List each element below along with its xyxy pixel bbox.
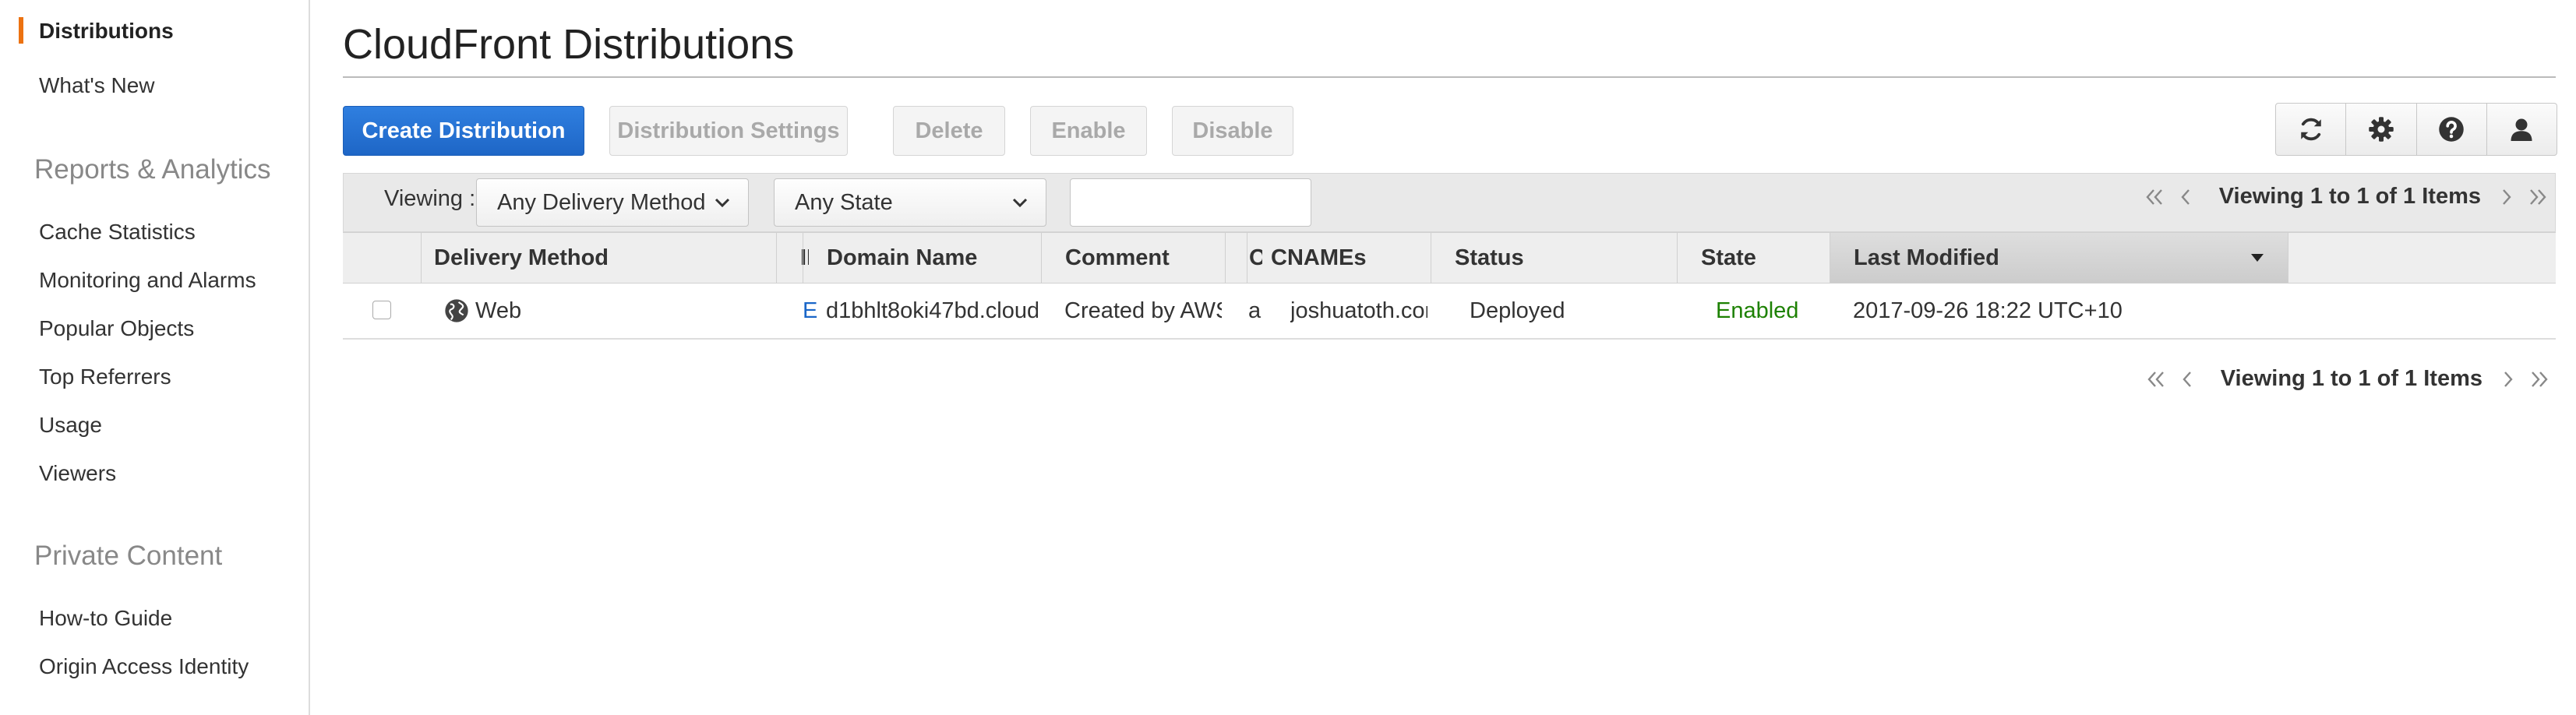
page-title: CloudFront Distributions — [343, 21, 795, 68]
cell-last-modified: 2017-09-26 18:22 UTC+10 — [1853, 298, 2123, 323]
sidebar-item-top-referrers[interactable]: Top Referrers — [39, 365, 171, 389]
cell-origin: a — [1248, 298, 1262, 323]
sidebar-item-cache-statistics[interactable]: Cache Statistics — [39, 220, 196, 245]
sidebar-heading-reports: Reports & Analytics — [34, 154, 271, 185]
title-divider — [343, 76, 2556, 78]
distribution-settings-button[interactable]: Distribution Settings — [609, 106, 848, 156]
cell-domain-name: d1bhlt8oki47bd.cloudfront.net — [826, 298, 1038, 323]
double-chevron-left-icon — [2147, 371, 2164, 387]
last-page-button[interactable] — [2526, 185, 2550, 209]
globe-icon — [445, 299, 468, 322]
cell-id-link[interactable]: E — [803, 284, 823, 338]
delivery-method-value: Any Delivery Method — [497, 189, 706, 215]
sidebar-item-distributions[interactable]: Distributions — [39, 19, 174, 44]
sidebar: Distributions What's New Reports & Analy… — [0, 0, 310, 715]
cell-status: Deployed — [1470, 298, 1565, 323]
sidebar-item-usage[interactable]: Usage — [39, 413, 102, 438]
settings-button[interactable] — [2346, 104, 2417, 155]
prev-page-button[interactable] — [2179, 368, 2196, 391]
col-cnames[interactable]: CNAMEs — [1247, 233, 1431, 283]
gear-icon — [2369, 117, 2394, 142]
cell-delivery-method: Web — [444, 284, 771, 338]
next-page-button[interactable] — [2498, 185, 2515, 209]
sidebar-item-origin-access-identity[interactable]: Origin Access Identity — [39, 654, 249, 679]
sidebar-item-howto-guide[interactable]: How-to Guide — [39, 606, 172, 631]
refresh-button[interactable] — [2276, 104, 2347, 155]
chevron-down-icon — [715, 198, 730, 208]
sidebar-item-popular-objects[interactable]: Popular Objects — [39, 316, 194, 341]
enable-button[interactable]: Enable — [1030, 106, 1147, 156]
first-page-button[interactable] — [2144, 368, 2168, 391]
double-chevron-right-icon — [2532, 371, 2548, 387]
search-input[interactable] — [1070, 178, 1311, 227]
delete-button[interactable]: Delete — [893, 106, 1005, 156]
state-select[interactable]: Any State — [774, 178, 1046, 227]
active-indicator — [19, 17, 23, 44]
col-status[interactable]: Status — [1431, 233, 1677, 283]
chevron-left-icon — [2183, 371, 2191, 387]
account-button[interactable] — [2487, 104, 2557, 155]
chevron-left-icon — [2181, 188, 2190, 205]
viewing-label: Viewing : — [384, 186, 476, 211]
delivery-method-text: Web — [475, 298, 522, 323]
col-select — [343, 233, 421, 283]
sidebar-item-whats-new[interactable]: What's New — [39, 73, 155, 98]
cell-comment: Created by AWS — [1064, 298, 1222, 323]
double-chevron-left-icon — [2146, 188, 2162, 205]
last-page-button[interactable] — [2528, 368, 2551, 391]
sidebar-item-monitoring[interactable]: Monitoring and Alarms — [39, 268, 256, 293]
sort-desc-icon — [2251, 254, 2264, 262]
chevron-right-icon — [2504, 371, 2513, 387]
pager-top: Viewing 1 to 1 of 1 Items — [2143, 184, 2550, 210]
help-button[interactable] — [2417, 104, 2487, 155]
help-icon — [2439, 117, 2464, 142]
chevron-right-icon — [2503, 188, 2511, 205]
disable-button[interactable]: Disable — [1172, 106, 1293, 156]
pager-bottom: Viewing 1 to 1 of 1 Items — [2144, 366, 2551, 392]
chevron-down-icon — [1012, 198, 1028, 208]
pager-text: Viewing 1 to 1 of 1 Items — [2218, 184, 2481, 209]
create-distribution-button[interactable]: Create Distribution — [343, 106, 584, 156]
sidebar-item-viewers[interactable]: Viewers — [39, 461, 116, 486]
table-row[interactable]: Web E d1bhlt8oki47bd.cloudfront.net Crea… — [343, 284, 2556, 340]
table-header: Delivery Method ID Domain Name Comment O… — [343, 232, 2556, 284]
next-page-button[interactable] — [2500, 368, 2517, 391]
col-comment[interactable]: Comment — [1041, 233, 1225, 283]
col-domain-name[interactable]: Domain Name — [803, 233, 1041, 283]
col-last-modified[interactable]: Last Modified — [1830, 233, 2288, 283]
row-checkbox[interactable] — [372, 301, 391, 319]
col-delivery-method[interactable]: Delivery Method — [421, 233, 760, 283]
cell-cnames: joshuatoth.com, — [1290, 298, 1427, 323]
double-chevron-right-icon — [2530, 188, 2546, 205]
first-page-button[interactable] — [2143, 185, 2166, 209]
col-state[interactable]: State — [1677, 233, 1819, 283]
col-filler — [2288, 233, 2556, 283]
pager-text: Viewing 1 to 1 of 1 Items — [2220, 366, 2482, 391]
prev-page-button[interactable] — [2177, 185, 2194, 209]
cell-state: Enabled — [1716, 298, 1799, 323]
state-select-value: Any State — [795, 189, 893, 215]
sidebar-heading-private: Private Content — [34, 541, 223, 571]
refresh-icon — [2300, 118, 2321, 141]
user-icon — [2511, 118, 2532, 141]
delivery-method-select[interactable]: Any Delivery Method — [476, 178, 749, 227]
col-last-modified-label: Last Modified — [1854, 245, 1999, 270]
toolbar-icon-group — [2275, 103, 2557, 156]
